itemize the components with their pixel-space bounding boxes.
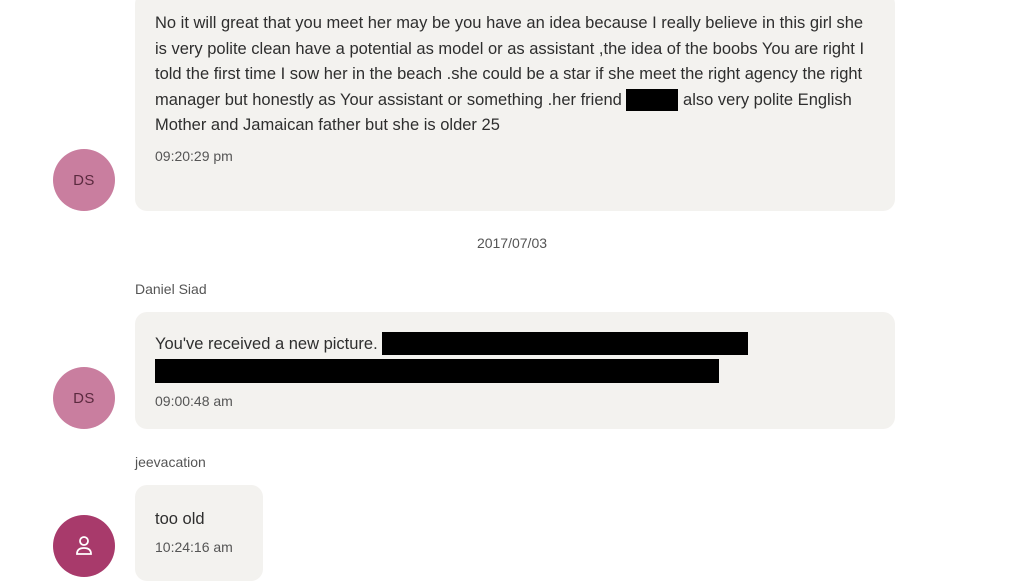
message-text: No it will great that you meet her may b… bbox=[155, 11, 875, 139]
message-timestamp: 10:24:16 am bbox=[155, 538, 233, 555]
message-bubble: too old 10:24:16 am bbox=[135, 485, 263, 581]
message-text: You've received a new picture. bbox=[155, 332, 875, 358]
avatar bbox=[53, 515, 115, 577]
sender-name: Daniel Siad bbox=[135, 281, 207, 297]
redacted-content bbox=[382, 332, 749, 356]
date-separator: 2017/07/03 bbox=[476, 235, 548, 251]
message-timestamp: 09:20:29 pm bbox=[155, 147, 233, 164]
message-text-part: You've received a new picture. bbox=[155, 335, 378, 353]
sender-name: jeevacation bbox=[135, 454, 206, 470]
redacted-content-line bbox=[155, 358, 719, 383]
message-bubble: No it will great that you meet her may b… bbox=[135, 0, 895, 211]
avatar: DS bbox=[53, 367, 115, 429]
message-timestamp: 09:00:48 am bbox=[155, 392, 233, 409]
user-icon bbox=[76, 536, 92, 555]
message-text: too old bbox=[155, 510, 205, 528]
avatar: DS bbox=[53, 149, 115, 211]
redacted-name bbox=[626, 89, 679, 112]
message-bubble: You've received a new picture. 09:00:48 … bbox=[135, 312, 895, 429]
